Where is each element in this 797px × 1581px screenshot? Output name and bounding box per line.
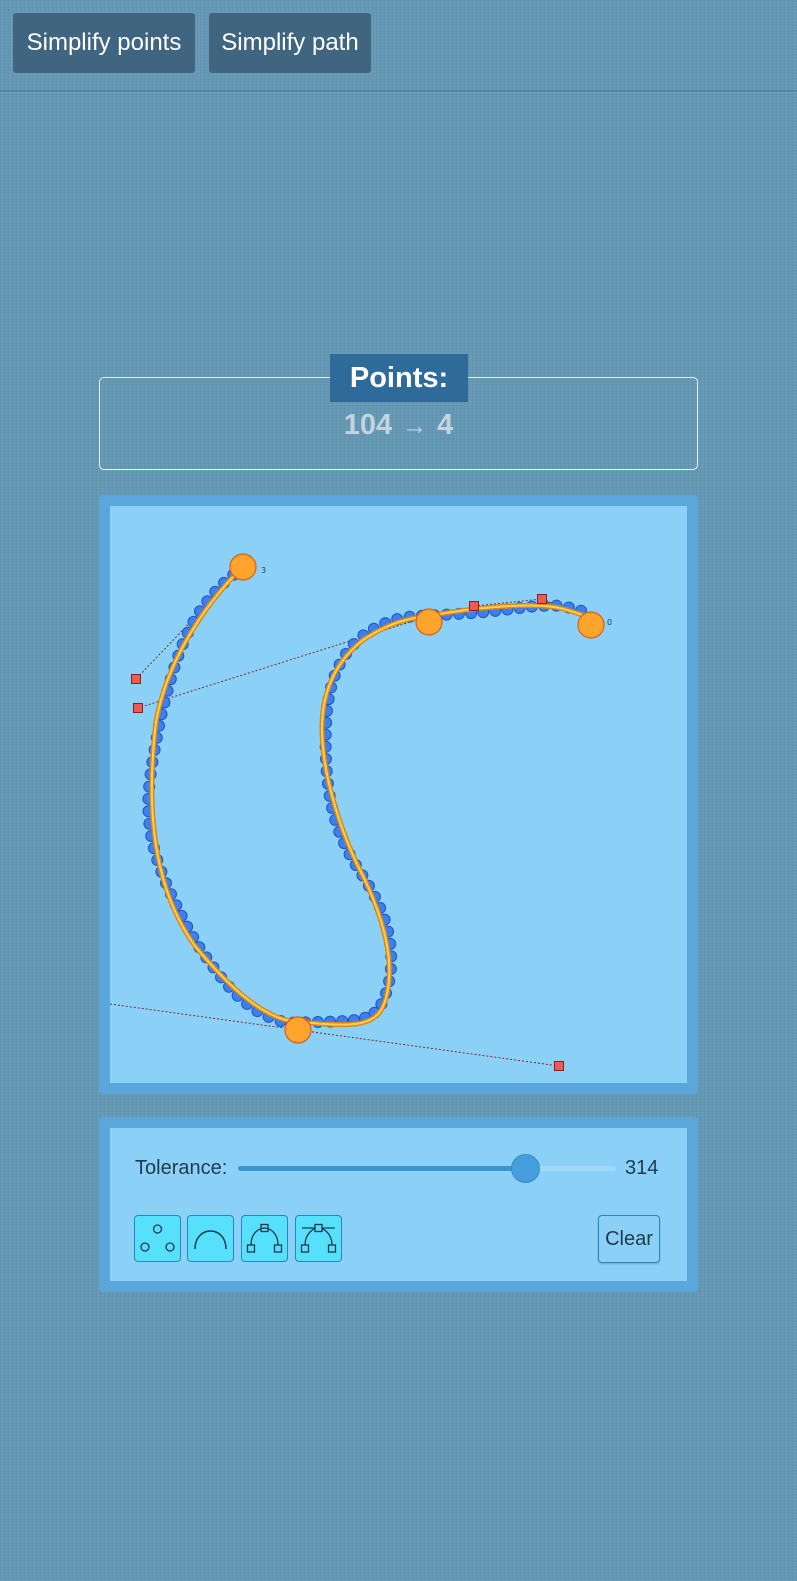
handle-line	[110, 1003, 560, 1067]
control-handle	[537, 594, 547, 604]
original-point-count: 104	[343, 409, 393, 441]
slider-fill	[238, 1166, 526, 1171]
controls-frame: Tolerance: 314 Clear	[99, 1117, 698, 1292]
simplify-path-button[interactable]: Simplify path	[208, 12, 372, 74]
simplified-curve	[149, 564, 594, 1028]
drawing-canvas-frame: 30	[99, 495, 698, 1094]
tolerance-label: Tolerance:	[135, 1157, 228, 1179]
node-label: 3	[261, 566, 266, 575]
control-handles	[131, 594, 564, 1071]
show-handles-toggle[interactable]	[241, 1215, 288, 1262]
control-handle	[554, 1061, 564, 1071]
tolerance-value: 314	[625, 1157, 659, 1179]
show-curve-toggle[interactable]	[187, 1215, 234, 1262]
input-points	[142, 561, 597, 1029]
node-label: 0	[607, 618, 612, 627]
simplified-point-count: 4	[437, 409, 454, 441]
anchor-node	[577, 611, 605, 639]
curve-line	[150, 566, 592, 1026]
show-tangents-toggle[interactable]	[295, 1215, 342, 1262]
arc-mode-icon	[194, 1230, 227, 1250]
slider-thumb[interactable]	[511, 1154, 541, 1183]
top-toolbar: Simplify points Simplify path	[0, 0, 797, 92]
tolerance-slider[interactable]	[238, 1154, 616, 1183]
anchor-nodes	[229, 553, 605, 1044]
bezier-handles-mode-icon	[300, 1223, 337, 1253]
simplify-points-button[interactable]: Simplify points	[12, 12, 196, 74]
points-mode-icon	[140, 1224, 175, 1252]
controls-panel: Tolerance: 314 Clear	[110, 1128, 687, 1281]
drawing-canvas[interactable]: 30	[110, 506, 687, 1083]
control-handle	[133, 703, 143, 713]
control-handle	[131, 674, 141, 684]
arrow-right-icon: →	[402, 412, 428, 440]
anchor-node	[229, 553, 257, 581]
show-points-toggle[interactable]	[134, 1215, 181, 1262]
anchor-node	[284, 1016, 312, 1044]
points-title: Points:	[330, 354, 468, 402]
anchor-node	[415, 608, 443, 636]
points-count-values: 104 → 4	[99, 403, 698, 448]
control-handle	[469, 601, 479, 611]
clear-button[interactable]: Clear	[598, 1215, 660, 1263]
bezier-mode-icon	[246, 1223, 283, 1253]
path-visualization[interactable]: 30	[110, 506, 687, 1083]
